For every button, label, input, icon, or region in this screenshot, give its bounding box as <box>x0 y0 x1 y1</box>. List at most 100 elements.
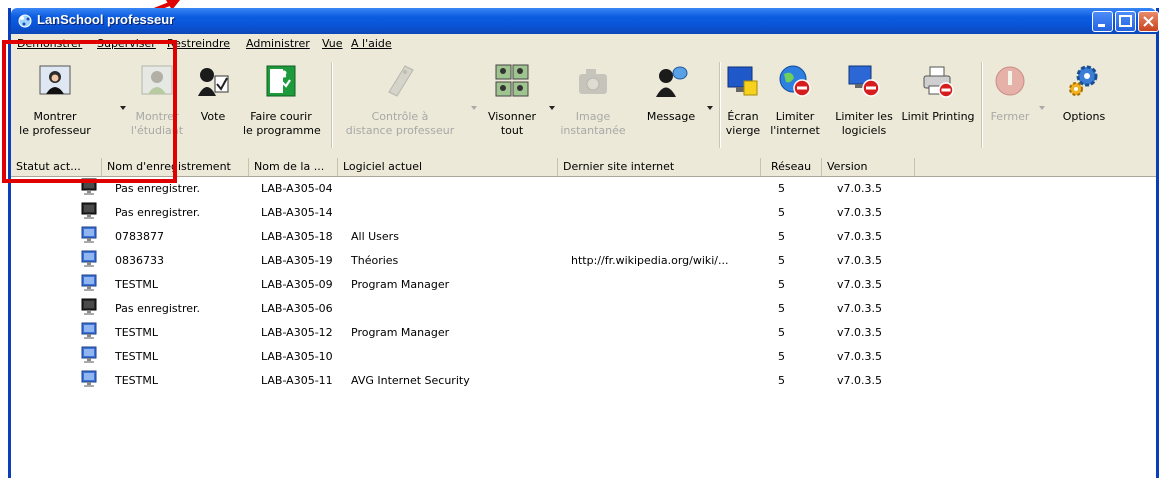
run-program-button[interactable]: Faire courir le programme <box>243 54 321 158</box>
message-icon <box>656 66 688 97</box>
machine-name-cell: LAB-A305-18 <box>261 230 333 243</box>
column-headers: Statut act... Nom d'enregistrement Nom d… <box>11 158 1156 177</box>
close-icon <box>1143 16 1154 27</box>
version-cell: v7.0.3.5 <box>837 254 882 267</box>
vote-label: Vote <box>200 110 226 123</box>
show-teacher-button[interactable]: Montrer le professeur <box>11 54 99 158</box>
view-all-icon <box>495 64 529 97</box>
limit-software-button[interactable]: Limiter les logiciels <box>832 54 896 158</box>
toolbar-separator <box>331 62 333 148</box>
limit-printing-label: Limit Printing <box>901 110 975 123</box>
current-software-cell: Program Manager <box>351 278 450 291</box>
view-all-dropdown[interactable] <box>549 106 555 110</box>
registration-name-cell: Pas enregistrer. <box>115 182 201 195</box>
limit-internet-icon <box>779 65 811 97</box>
run-program-icon <box>266 65 296 97</box>
column-header-machine-name[interactable]: Nom de la ... <box>249 158 338 176</box>
view-all-button[interactable]: Visonner tout <box>477 54 547 158</box>
current-software-cell: All Users <box>351 230 399 243</box>
column-header-registration-name[interactable]: Nom d'enregistrement <box>102 158 249 176</box>
table-row[interactable]: 0836733 LAB-A305-19 Théories http://fr.wiki… <box>11 248 1156 272</box>
table-row[interactable]: Pas enregistrer. LAB-A305-04 5 v7.0.3.5 <box>11 176 1156 200</box>
show-teacher-label-2: le professeur <box>19 124 91 137</box>
toolbar-separator <box>981 62 983 148</box>
network-cell: 5 <box>778 254 785 267</box>
menu-aide[interactable]: A l'aide <box>351 37 392 50</box>
show-student-button[interactable]: Montrer l'étudiant <box>129 54 185 158</box>
view-all-label: Visonner <box>487 110 537 123</box>
computer-status-icon <box>81 178 97 195</box>
machine-name-cell: LAB-A305-04 <box>261 182 333 195</box>
close-button[interactable] <box>1138 11 1159 32</box>
student-icon <box>141 65 173 95</box>
table-row[interactable]: TESTML LAB-A305-12 Program Manager 5 v7.0.3.… <box>11 320 1156 344</box>
run-program-label: Faire courir <box>250 110 312 123</box>
limit-printing-button[interactable]: Limit Printing <box>900 54 976 158</box>
version-cell: v7.0.3.5 <box>837 206 882 219</box>
column-header-version[interactable]: Version <box>822 158 915 176</box>
registration-name-cell: TESTML <box>115 326 158 339</box>
menu-superviser[interactable]: Superviser <box>97 37 156 50</box>
column-header-status[interactable]: Statut act... <box>11 158 102 176</box>
computer-status-icon <box>81 274 97 291</box>
title-bar[interactable]: LanSchool professeur <box>11 8 1159 34</box>
table-row[interactable]: 0783877 LAB-A305-18 All Users 5 v7.0.3.5 <box>11 224 1156 248</box>
toolbar: Montrer le professeur Montrer l'étudiant V… <box>11 54 1156 159</box>
menu-administrer[interactable]: Administrer <box>246 37 310 50</box>
menu-restreindre[interactable]: Restreindre <box>167 37 230 50</box>
table-row[interactable]: TESTML LAB-A305-10 5 v7.0.3.5 <box>11 344 1156 368</box>
view-all-label-2: tout <box>500 124 524 137</box>
column-header-network[interactable]: Réseau <box>761 158 822 176</box>
snapshot-button[interactable]: Image instantanée <box>557 54 629 158</box>
limit-software-label: Limiter les <box>835 110 893 123</box>
blank-screen-label: Écran <box>727 110 759 123</box>
limit-internet-label-2: l'internet <box>770 124 820 137</box>
snapshot-icon <box>579 69 607 94</box>
network-cell: 5 <box>778 182 785 195</box>
machine-name-cell: LAB-A305-06 <box>261 302 333 315</box>
network-cell: 5 <box>778 278 785 291</box>
computer-status-icon <box>81 202 97 219</box>
minimize-button[interactable] <box>1092 11 1113 32</box>
network-cell: 5 <box>778 230 785 243</box>
registration-name-cell: Pas enregistrer. <box>115 206 201 219</box>
table-row[interactable]: TESTML LAB-A305-09 Program Manager 5 v7.0.3.… <box>11 272 1156 296</box>
shutdown-button[interactable]: Fermer <box>985 54 1035 158</box>
power-icon <box>995 66 1025 96</box>
limit-software-label-2: logiciels <box>841 124 887 137</box>
machine-name-cell: LAB-A305-14 <box>261 206 333 219</box>
toolbar-separator <box>719 62 721 148</box>
menu-demonstrer[interactable]: Demonstrer <box>17 37 82 50</box>
maximize-button[interactable] <box>1115 11 1136 32</box>
registration-name-cell: TESTML <box>115 374 158 387</box>
table-row[interactable]: Pas enregistrer. LAB-A305-06 5 v7.0.3.5 <box>11 296 1156 320</box>
registration-name-cell: TESTML <box>115 278 158 291</box>
message-dropdown[interactable] <box>707 106 713 110</box>
computer-status-icon <box>81 226 97 243</box>
machine-name-cell: LAB-A305-09 <box>261 278 333 291</box>
version-cell: v7.0.3.5 <box>837 350 882 363</box>
table-row[interactable]: Pas enregistrer. LAB-A305-14 5 v7.0.3.5 <box>11 200 1156 224</box>
remote-control-button[interactable]: Contrôle à distance professeur <box>336 54 464 158</box>
blank-screen-button[interactable]: Écran vierge <box>722 54 764 158</box>
menu-vue[interactable]: Vue <box>322 37 343 50</box>
column-header-last-website[interactable]: Dernier site internet <box>558 158 761 176</box>
options-button[interactable]: Options <box>1051 54 1117 158</box>
version-cell: v7.0.3.5 <box>837 302 882 315</box>
network-cell: 5 <box>778 302 785 315</box>
table-row[interactable]: TESTML LAB-A305-11 AVG Internet Security 5 v… <box>11 368 1156 392</box>
shutdown-dropdown[interactable] <box>1039 106 1045 110</box>
limit-internet-button[interactable]: Limiter l'internet <box>766 54 824 158</box>
network-cell: 5 <box>778 374 785 387</box>
last-website-cell: http://fr.wikipedia.org/wiki/... <box>571 254 729 267</box>
column-header-current-software[interactable]: Logiciel actuel <box>338 158 558 176</box>
vote-button[interactable]: Vote <box>189 54 237 158</box>
network-cell: 5 <box>778 350 785 363</box>
show-student-label: Montrer <box>135 110 179 123</box>
blank-screen-icon <box>727 66 758 96</box>
show-teacher-dropdown[interactable] <box>120 106 126 110</box>
printer-icon <box>923 66 954 98</box>
run-program-label-2: le programme <box>243 124 321 137</box>
version-cell: v7.0.3.5 <box>837 182 882 195</box>
message-button[interactable]: Message <box>638 54 704 158</box>
